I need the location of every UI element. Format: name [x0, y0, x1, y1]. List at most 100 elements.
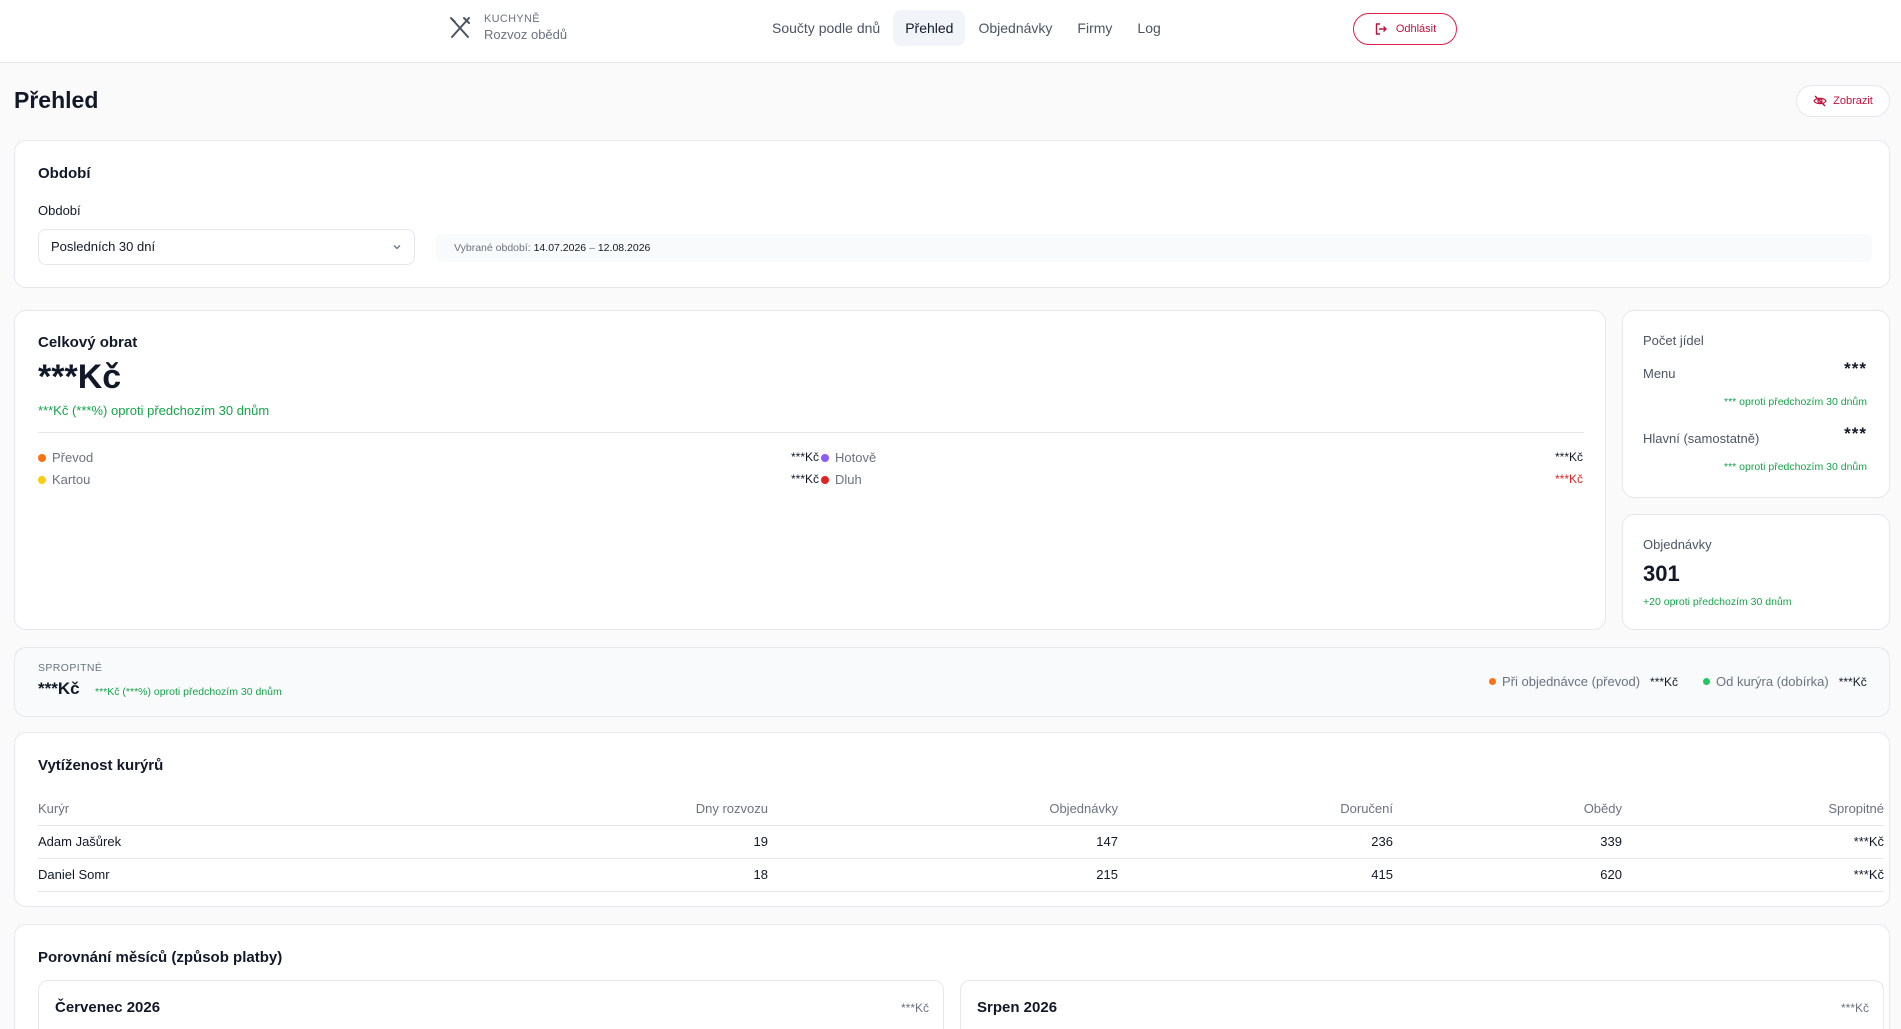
tips-courier-dot — [1703, 678, 1710, 685]
range-to: 12.08.2026 — [597, 242, 651, 254]
orders-card: Objednávky 301 +20 oproti předchozím 30 … — [1622, 514, 1890, 630]
month-value: ***Kč — [900, 1001, 929, 1015]
couriers-card: Vytíženost kurýrů Kurýr Dny rozvozu Obje… — [14, 732, 1890, 907]
cash-dot — [821, 453, 829, 462]
orders-delta: +20 oproti předchozím 30 dnům — [1643, 596, 1792, 608]
tips-courier-value: ***Kč — [1838, 674, 1867, 689]
show-values-label: Zobrazit — [1833, 95, 1873, 107]
payment-debt-value: ***Kč — [1554, 472, 1583, 486]
tips-card: SPROPITNÉ ***Kč ***Kč (***%) oproti před… — [14, 647, 1890, 717]
col-deliveries[interactable]: Doručení — [1118, 793, 1393, 826]
col-courier[interactable]: Kurýr — [38, 793, 338, 826]
main-label: Hlavní (samostatně) — [1643, 431, 1760, 446]
brand-title: KUCHYNĚ — [484, 13, 540, 25]
turnover-value: ***Kč — [38, 358, 122, 396]
payment-transfer: Převod — [38, 450, 93, 465]
couriers-table: Kurýr Dny rozvozu Objednávky Doručení Ob… — [38, 793, 1884, 892]
payment-cash: Hotově — [821, 450, 876, 465]
divider — [38, 432, 1584, 433]
col-lunches[interactable]: Obědy — [1393, 793, 1622, 826]
logout-icon — [1375, 23, 1387, 35]
main-nav: Součty podle dnů Přehled Objednávky Firm… — [760, 10, 1174, 46]
cell-deliveries: 236 — [1118, 825, 1393, 859]
payment-cash-value: ***Kč — [1554, 450, 1583, 464]
table-row[interactable]: Daniel Somr 18 215 415 620 ***Kč — [38, 858, 1884, 892]
tips-delta: ***Kč (***%) oproti předchozím 30 dnům — [95, 686, 282, 698]
period-select[interactable]: Posledních 30 dní — [38, 229, 415, 265]
cell-delivery-days: 19 — [338, 825, 768, 859]
turnover-card: Celkový obrat ***Kč ***Kč (***%) oproti … — [14, 310, 1606, 630]
payment-debt: Dluh — [821, 472, 862, 487]
brand[interactable]: KUCHYNĚ Rozvoz obědů — [446, 12, 567, 43]
nav-companies[interactable]: Firmy — [1065, 10, 1124, 46]
table-header-row: Kurýr Dny rozvozu Objednávky Doručení Ob… — [38, 793, 1884, 826]
period-card-title: Období — [38, 165, 91, 182]
range-from: 14.07.2026 — [533, 242, 587, 254]
tips-order-value: ***Kč — [1650, 674, 1679, 689]
transfer-dot — [38, 453, 46, 462]
tips-order: Při objednávce (převod) ***Kč — [1489, 674, 1678, 689]
utensils-icon — [450, 16, 470, 38]
cell-tips: ***Kč — [1622, 858, 1884, 892]
comparison-title: Porovnání měsíců (způsob platby) — [38, 949, 283, 966]
payment-transfer-value: ***Kč — [790, 450, 819, 464]
period-select-value: Posledních 30 dní — [51, 239, 156, 254]
tips-value: ***Kč — [38, 679, 80, 698]
nav-orders[interactable]: Objednávky — [966, 10, 1064, 46]
orders-value: 301 — [1643, 561, 1680, 586]
nav-overview[interactable]: Přehled — [893, 10, 966, 46]
tips-courier-label: Od kurýra (dobírka) — [1716, 674, 1829, 689]
cell-deliveries: 415 — [1118, 858, 1393, 892]
turnover-delta: ***Kč (***%) oproti předchozím 30 dnům — [38, 403, 270, 418]
range-prefix: Vybrané období: — [454, 242, 531, 254]
couriers-title: Vytíženost kurýrů — [38, 757, 164, 774]
cell-orders: 147 — [768, 825, 1118, 859]
selected-range: Vybrané období: 14.07.2026 – 12.08.2026 — [436, 234, 1872, 262]
main-value: *** — [1844, 424, 1867, 443]
month-card-july[interactable]: Červenec 2026 ***Kč — [38, 980, 944, 1029]
meals-card: Počet jídel Menu *** *** oproti předchoz… — [1622, 310, 1890, 498]
month-value: ***Kč — [1840, 1001, 1869, 1015]
table-row[interactable]: Adam Jašůrek 19 147 236 339 ***Kč — [38, 825, 1884, 859]
tips-order-dot — [1489, 678, 1496, 685]
month-name: Červenec 2026 — [55, 999, 161, 1016]
logout-label: Odhlásit — [1395, 23, 1437, 35]
comparison-card: Porovnání měsíců (způsob platby) Červene… — [14, 924, 1890, 1029]
page-title: Přehled — [14, 87, 99, 113]
menu-value: *** — [1844, 359, 1867, 378]
debt-dot — [821, 475, 829, 484]
nav-log[interactable]: Log — [1125, 10, 1172, 46]
tips-courier: Od kurýra (dobírka) ***Kč — [1703, 674, 1867, 689]
col-tips[interactable]: Spropitné — [1622, 793, 1884, 826]
tips-order-label: Při objednávce (převod) — [1502, 674, 1641, 689]
period-card: Období Období Posledních 30 dní Vybrané … — [14, 140, 1890, 288]
payment-card-label: Kartou — [52, 472, 91, 487]
show-values-button[interactable]: Zobrazit — [1796, 85, 1890, 117]
meals-title: Počet jídel — [1643, 333, 1704, 348]
tips-title: SPROPITNÉ — [38, 662, 103, 674]
eye-off-icon — [1813, 95, 1827, 107]
logout-button[interactable]: Odhlásit — [1353, 13, 1457, 45]
cell-courier: Daniel Somr — [38, 858, 338, 892]
period-field-label: Období — [38, 203, 81, 218]
month-card-august[interactable]: Srpen 2026 ***Kč — [960, 980, 1884, 1029]
orders-title: Objednávky — [1643, 537, 1712, 552]
col-orders[interactable]: Objednávky — [768, 793, 1118, 826]
nav-daily-totals[interactable]: Součty podle dnů — [760, 10, 892, 46]
brand-subtitle: Rozvoz obědů — [484, 27, 568, 42]
cell-lunches: 620 — [1393, 858, 1622, 892]
card-dot — [38, 475, 46, 484]
range-separator: – — [589, 242, 595, 254]
cell-orders: 215 — [768, 858, 1118, 892]
month-name: Srpen 2026 — [977, 999, 1058, 1016]
top-navbar: KUCHYNĚ Rozvoz obědů Součty podle dnů Př… — [0, 0, 1901, 63]
payment-card-value: ***Kč — [790, 472, 819, 486]
cell-lunches: 339 — [1393, 825, 1622, 859]
menu-delta: *** oproti předchozím 30 dnům — [1724, 396, 1867, 408]
main-delta: *** oproti předchozím 30 dnům — [1724, 461, 1867, 473]
payment-card: Kartou — [38, 472, 90, 487]
cell-tips: ***Kč — [1622, 825, 1884, 859]
col-delivery-days[interactable]: Dny rozvozu — [338, 793, 768, 826]
chevron-down-icon — [393, 245, 401, 250]
menu-label: Menu — [1643, 366, 1676, 381]
